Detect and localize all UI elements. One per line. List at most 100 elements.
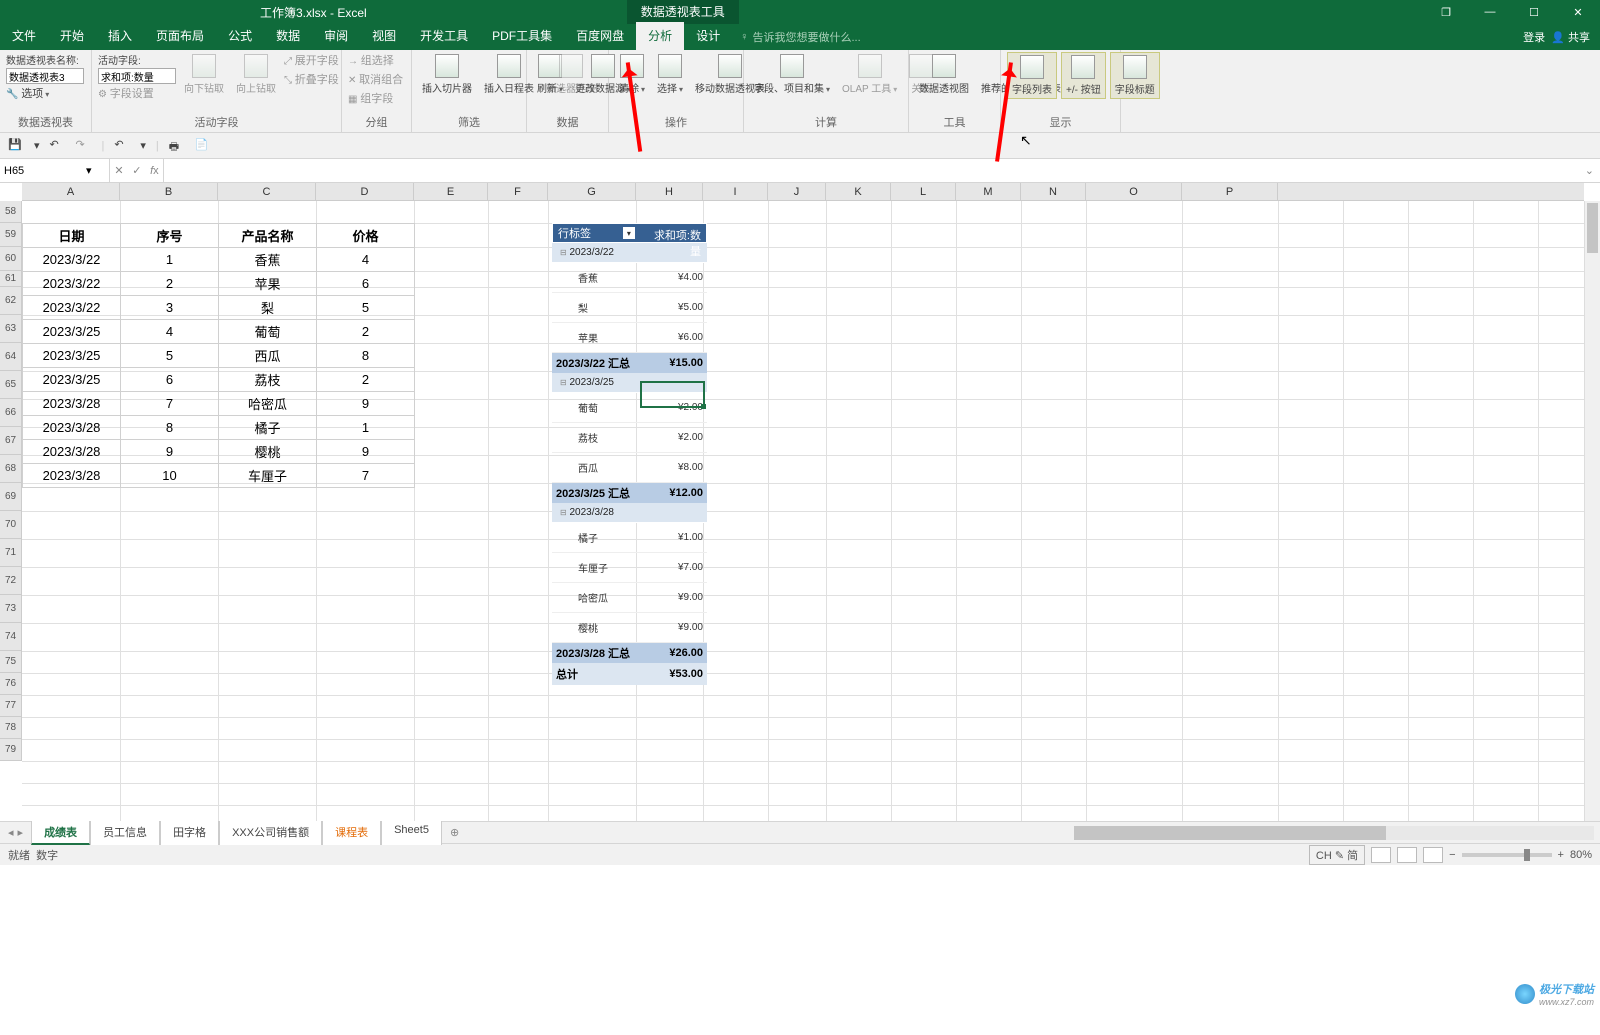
expand-field-button[interactable]: ⤢ 展开字段 bbox=[284, 52, 339, 68]
table-cell[interactable]: 9 bbox=[121, 440, 219, 464]
page-break-view-button[interactable] bbox=[1423, 847, 1443, 863]
column-header[interactable]: P bbox=[1182, 183, 1278, 200]
row-header[interactable]: 65 bbox=[0, 371, 21, 399]
tab-home[interactable]: 开始 bbox=[48, 22, 96, 50]
table-cell[interactable]: 5 bbox=[121, 344, 219, 368]
pt-options-button[interactable]: 🔧 选项 bbox=[6, 85, 49, 101]
row-header[interactable]: 74 bbox=[0, 623, 21, 651]
redo-icon[interactable]: ↷ bbox=[76, 138, 92, 154]
table-cell[interactable]: 9 bbox=[317, 392, 415, 416]
table-cell[interactable]: 苹果 bbox=[219, 272, 317, 296]
fx-icon[interactable]: fx bbox=[150, 165, 159, 177]
column-header[interactable]: M bbox=[956, 183, 1021, 200]
table-cell[interactable]: 2023/3/28 bbox=[23, 392, 121, 416]
table-cell[interactable]: 7 bbox=[317, 464, 415, 488]
minimize-button[interactable]: — bbox=[1468, 0, 1512, 24]
row-header[interactable]: 79 bbox=[0, 739, 21, 761]
table-cell[interactable]: 6 bbox=[121, 368, 219, 392]
row-header[interactable]: 63 bbox=[0, 315, 21, 343]
table-cell[interactable]: 8 bbox=[121, 416, 219, 440]
table-cell[interactable]: 2023/3/22 bbox=[23, 248, 121, 272]
calc-fields-button[interactable]: 字段、项目和集 bbox=[750, 52, 834, 97]
relationships-button[interactable]: 关系 bbox=[905, 52, 937, 97]
pivot-item-row[interactable]: 苹果¥6.00 bbox=[552, 323, 707, 353]
tab-layout[interactable]: 页面布局 bbox=[144, 22, 216, 50]
table-cell[interactable]: 橘子 bbox=[219, 416, 317, 440]
pt-name-input[interactable] bbox=[6, 68, 84, 84]
active-field-input[interactable] bbox=[98, 68, 176, 84]
table-cell[interactable]: 2023/3/22 bbox=[23, 296, 121, 320]
row-header[interactable]: 69 bbox=[0, 483, 21, 511]
row-header[interactable]: 73 bbox=[0, 595, 21, 623]
print-icon[interactable]: 🖶 bbox=[169, 138, 185, 154]
row-header[interactable]: 76 bbox=[0, 673, 21, 695]
row-header[interactable]: 64 bbox=[0, 343, 21, 371]
select-button[interactable]: 选择 bbox=[653, 52, 687, 97]
filter-connections-button[interactable]: 筛选器连接 bbox=[542, 52, 600, 97]
save-icon[interactable]: 💾 bbox=[8, 138, 24, 154]
tab-baidu[interactable]: 百度网盘 bbox=[564, 22, 636, 50]
pivot-item-row[interactable]: 梨¥5.00 bbox=[552, 293, 707, 323]
ribbon-options-icon[interactable]: ❐ bbox=[1424, 0, 1468, 24]
row-header[interactable]: 77 bbox=[0, 695, 21, 717]
field-settings-button[interactable]: ⚙ 字段设置 bbox=[98, 85, 176, 101]
sheet-tab[interactable]: 员工信息 bbox=[90, 820, 160, 845]
zoom-slider[interactable] bbox=[1462, 853, 1552, 857]
close-button[interactable]: ✕ bbox=[1556, 0, 1600, 24]
ungroup-button[interactable]: ✕ 取消组合 bbox=[348, 71, 403, 87]
pivot-date-group[interactable]: ⊟ 2023/3/28 bbox=[552, 503, 707, 523]
table-cell[interactable]: 1 bbox=[317, 416, 415, 440]
undo-dropdown-icon[interactable]: ▾ bbox=[140, 139, 146, 152]
tab-insert[interactable]: 插入 bbox=[96, 22, 144, 50]
tab-review[interactable]: 审阅 bbox=[312, 22, 360, 50]
table-cell[interactable]: 香蕉 bbox=[219, 248, 317, 272]
sheet-nav-first-icon[interactable]: ◂ bbox=[8, 826, 14, 839]
sheet-nav-last-icon[interactable]: ▸ bbox=[18, 826, 24, 839]
column-header[interactable]: J bbox=[768, 183, 826, 200]
maximize-button[interactable]: ☐ bbox=[1512, 0, 1556, 24]
pivot-row-header[interactable]: 行标签▾ bbox=[553, 224, 640, 242]
login-link[interactable]: 登录 bbox=[1523, 29, 1545, 45]
insert-slicer-button[interactable]: 插入切片器 bbox=[418, 52, 476, 97]
column-header[interactable]: A bbox=[22, 183, 120, 200]
table-cell[interactable]: 西瓜 bbox=[219, 344, 317, 368]
sheet-tab[interactable]: 田字格 bbox=[160, 820, 219, 845]
column-header[interactable]: G bbox=[548, 183, 636, 200]
worksheet-grid[interactable]: ABCDEFGHIJKLMNOP 58596061626364656667686… bbox=[0, 183, 1600, 821]
table-cell[interactable]: 2023/3/25 bbox=[23, 320, 121, 344]
drill-down-button[interactable]: 向下钻取 bbox=[180, 52, 228, 97]
tab-developer[interactable]: 开发工具 bbox=[408, 22, 480, 50]
enter-formula-icon[interactable]: ✓ bbox=[132, 164, 141, 177]
row-header[interactable]: 72 bbox=[0, 567, 21, 595]
column-header[interactable]: I bbox=[703, 183, 768, 200]
column-header[interactable]: O bbox=[1086, 183, 1182, 200]
plus-minus-buttons-button[interactable]: +/- 按钮 bbox=[1061, 52, 1106, 99]
column-header[interactable]: N bbox=[1021, 183, 1086, 200]
tab-analyze[interactable]: 分析 bbox=[636, 22, 684, 50]
row-header[interactable]: 78 bbox=[0, 717, 21, 739]
name-box[interactable] bbox=[4, 165, 86, 177]
table-cell[interactable]: 2023/3/28 bbox=[23, 416, 121, 440]
undo-icon[interactable]: ↶ bbox=[50, 138, 66, 154]
table-cell[interactable]: 2 bbox=[121, 272, 219, 296]
table-cell[interactable]: 7 bbox=[121, 392, 219, 416]
sheet-tab[interactable]: Sheet5 bbox=[381, 820, 442, 845]
row-header[interactable]: 70 bbox=[0, 511, 21, 539]
ime-indicator[interactable]: CH ✎ 简 bbox=[1309, 845, 1365, 865]
table-cell[interactable]: 葡萄 bbox=[219, 320, 317, 344]
vertical-scrollbar[interactable] bbox=[1584, 201, 1600, 821]
table-cell[interactable]: 2023/3/22 bbox=[23, 272, 121, 296]
table-cell[interactable]: 2 bbox=[317, 368, 415, 392]
page-layout-view-button[interactable] bbox=[1397, 847, 1417, 863]
pivot-item-row[interactable]: 橘子¥1.00 bbox=[552, 523, 707, 553]
table-cell[interactable]: 车厘子 bbox=[219, 464, 317, 488]
clear-button[interactable]: 清除 bbox=[615, 52, 649, 97]
sheet-tab[interactable]: 课程表 bbox=[322, 820, 381, 845]
olap-tools-button[interactable]: OLAP 工具 bbox=[838, 52, 901, 97]
row-header[interactable]: 71 bbox=[0, 539, 21, 567]
column-header[interactable]: F bbox=[488, 183, 548, 200]
share-button[interactable]: 👤 共享 bbox=[1551, 29, 1590, 45]
group-field-button[interactable]: ▦ 组字段 bbox=[348, 90, 393, 106]
table-cell[interactable]: 樱桃 bbox=[219, 440, 317, 464]
row-header[interactable]: 68 bbox=[0, 455, 21, 483]
